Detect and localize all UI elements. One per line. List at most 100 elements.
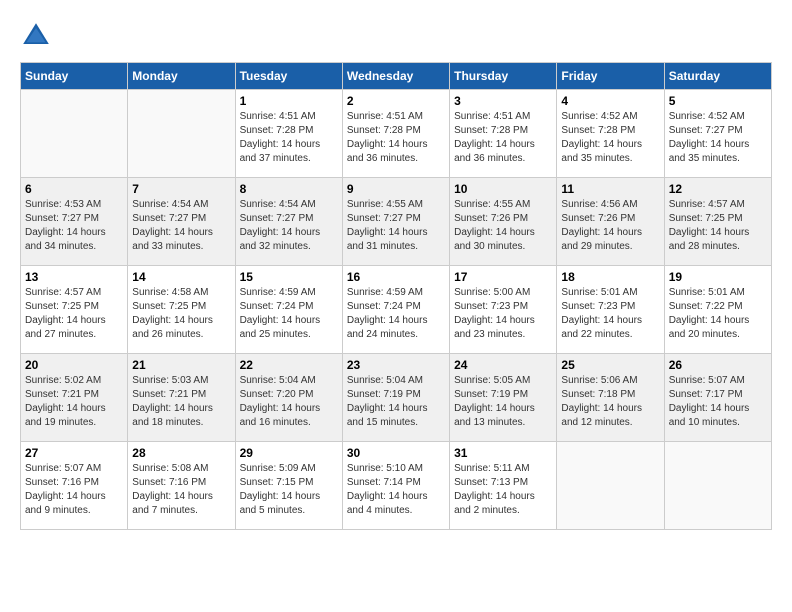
day-detail: Sunrise: 4:56 AM Sunset: 7:26 PM Dayligh… [561,198,659,254]
day-number: 17 [454,270,552,284]
weekday-header-monday: Monday [128,63,235,90]
calendar-cell: 30 Sunrise: 5:10 AM Sunset: 7:14 PM Dayli… [342,442,449,530]
day-detail: Sunrise: 4:52 AM Sunset: 7:27 PM Dayligh… [669,110,767,166]
day-number: 14 [132,270,230,284]
week-row-1: 1 Sunrise: 4:51 AM Sunset: 7:28 PM Daylig… [21,90,772,178]
calendar-cell: 23Sunrise: 5:04 AM Sunset: 7:19 PM Dayli… [342,354,449,442]
day-number: 9 [347,182,445,196]
calendar-cell: 19 Sunrise: 5:01 AM Sunset: 7:22 PM Dayli… [664,266,771,354]
calendar-cell [664,442,771,530]
day-detail: Sunrise: 5:05 AM Sunset: 7:19 PM Dayligh… [454,374,552,430]
day-number: 10 [454,182,552,196]
day-detail: Sunrise: 4:53 AM Sunset: 7:27 PM Dayligh… [25,198,123,254]
calendar-cell: 17 Sunrise: 5:00 AM Sunset: 7:23 PM Dayli… [450,266,557,354]
day-detail: Sunrise: 4:57 AM Sunset: 7:25 PM Dayligh… [25,286,123,342]
day-number: 31 [454,446,552,460]
day-number: 5 [669,94,767,108]
day-detail: Sunrise: 4:59 AM Sunset: 7:24 PM Dayligh… [240,286,338,342]
calendar-cell: 29 Sunrise: 5:09 AM Sunset: 7:15 PM Dayli… [235,442,342,530]
calendar-cell: 26 Sunrise: 5:07 AM Sunset: 7:17 PM Dayli… [664,354,771,442]
day-detail: Sunrise: 4:51 AM Sunset: 7:28 PM Dayligh… [347,110,445,166]
day-detail: Sunrise: 5:02 AM Sunset: 7:21 PM Dayligh… [25,374,123,430]
day-detail: Sunrise: 5:10 AM Sunset: 7:14 PM Dayligh… [347,462,445,518]
day-number: 26 [669,358,767,372]
day-number: 4 [561,94,659,108]
weekday-header-sunday: Sunday [21,63,128,90]
week-row-5: 27 Sunrise: 5:07 AM Sunset: 7:16 PM Dayli… [21,442,772,530]
week-row-4: 20 Sunrise: 5:02 AM Sunset: 7:21 PM Dayli… [21,354,772,442]
day-number: 20 [25,358,123,372]
day-detail: Sunrise: 5:07 AM Sunset: 7:17 PM Dayligh… [669,374,767,430]
day-number: 21 [132,358,230,372]
day-detail: Sunrise: 5:06 AM Sunset: 7:18 PM Dayligh… [561,374,659,430]
day-number: 15 [240,270,338,284]
day-number: 6 [25,182,123,196]
day-detail: Sunrise: 5:08 AM Sunset: 7:16 PM Dayligh… [132,462,230,518]
day-number: 27 [25,446,123,460]
calendar-cell: 22Sunrise: 5:04 AM Sunset: 7:20 PM Dayli… [235,354,342,442]
day-number: 18 [561,270,659,284]
day-detail: Sunrise: 4:55 AM Sunset: 7:26 PM Dayligh… [454,198,552,254]
calendar-cell [128,90,235,178]
calendar-table: SundayMondayTuesdayWednesdayThursdayFrid… [20,62,772,530]
week-row-2: 6 Sunrise: 4:53 AM Sunset: 7:27 PM Daylig… [21,178,772,266]
day-number: 19 [669,270,767,284]
day-number: 28 [132,446,230,460]
logo-icon [20,20,52,52]
day-number: 8 [240,182,338,196]
calendar-cell: 6 Sunrise: 4:53 AM Sunset: 7:27 PM Daylig… [21,178,128,266]
calendar-cell: 18 Sunrise: 5:01 AM Sunset: 7:23 PM Dayli… [557,266,664,354]
logo [20,20,56,52]
day-number: 29 [240,446,338,460]
calendar-cell [557,442,664,530]
calendar-cell: 10 Sunrise: 4:55 AM Sunset: 7:26 PM Dayli… [450,178,557,266]
weekday-header-row: SundayMondayTuesdayWednesdayThursdayFrid… [21,63,772,90]
day-number: 23 [347,358,445,372]
day-detail: Sunrise: 5:07 AM Sunset: 7:16 PM Dayligh… [25,462,123,518]
day-number: 16 [347,270,445,284]
day-number: 7 [132,182,230,196]
calendar-cell: 3Sunrise: 4:51 AM Sunset: 7:28 PM Daylig… [450,90,557,178]
calendar-cell: 12 Sunrise: 4:57 AM Sunset: 7:25 PM Dayli… [664,178,771,266]
day-number: 1 [240,94,338,108]
weekday-header-friday: Friday [557,63,664,90]
day-number: 2 [347,94,445,108]
calendar-cell: 15 Sunrise: 4:59 AM Sunset: 7:24 PM Dayli… [235,266,342,354]
day-detail: Sunrise: 4:52 AM Sunset: 7:28 PM Dayligh… [561,110,659,166]
day-number: 30 [347,446,445,460]
day-number: 11 [561,182,659,196]
day-number: 13 [25,270,123,284]
calendar-cell: 24 Sunrise: 5:05 AM Sunset: 7:19 PM Dayli… [450,354,557,442]
day-detail: Sunrise: 4:55 AM Sunset: 7:27 PM Dayligh… [347,198,445,254]
calendar-cell: 1 Sunrise: 4:51 AM Sunset: 7:28 PM Daylig… [235,90,342,178]
day-detail: Sunrise: 5:11 AM Sunset: 7:13 PM Dayligh… [454,462,552,518]
day-detail: Sunrise: 4:54 AM Sunset: 7:27 PM Dayligh… [132,198,230,254]
day-detail: Sunrise: 4:59 AM Sunset: 7:24 PM Dayligh… [347,286,445,342]
calendar-cell: 2 Sunrise: 4:51 AM Sunset: 7:28 PM Daylig… [342,90,449,178]
page-header [20,20,772,52]
calendar-cell: 27 Sunrise: 5:07 AM Sunset: 7:16 PM Dayli… [21,442,128,530]
calendar-cell: 16 Sunrise: 4:59 AM Sunset: 7:24 PM Dayli… [342,266,449,354]
calendar-cell: 14 Sunrise: 4:58 AM Sunset: 7:25 PM Dayli… [128,266,235,354]
day-number: 12 [669,182,767,196]
day-detail: Sunrise: 4:58 AM Sunset: 7:25 PM Dayligh… [132,286,230,342]
calendar-cell: 7 Sunrise: 4:54 AM Sunset: 7:27 PM Daylig… [128,178,235,266]
calendar-cell: 20 Sunrise: 5:02 AM Sunset: 7:21 PM Dayli… [21,354,128,442]
day-number: 24 [454,358,552,372]
day-detail: Sunrise: 5:09 AM Sunset: 7:15 PM Dayligh… [240,462,338,518]
calendar-cell: 31 Sunrise: 5:11 AM Sunset: 7:13 PM Dayli… [450,442,557,530]
day-detail: Sunrise: 5:01 AM Sunset: 7:22 PM Dayligh… [669,286,767,342]
day-detail: Sunrise: 4:51 AM Sunset: 7:28 PM Dayligh… [240,110,338,166]
day-number: 22 [240,358,338,372]
day-detail: Sunrise: 4:57 AM Sunset: 7:25 PM Dayligh… [669,198,767,254]
weekday-header-wednesday: Wednesday [342,63,449,90]
day-detail: Sunrise: 5:01 AM Sunset: 7:23 PM Dayligh… [561,286,659,342]
day-detail: Sunrise: 5:03 AM Sunset: 7:21 PM Dayligh… [132,374,230,430]
calendar-cell: 5 Sunrise: 4:52 AM Sunset: 7:27 PM Daylig… [664,90,771,178]
calendar-cell: 28 Sunrise: 5:08 AM Sunset: 7:16 PM Dayli… [128,442,235,530]
day-detail: Sunrise: 4:54 AM Sunset: 7:27 PM Dayligh… [240,198,338,254]
calendar-cell: 11 Sunrise: 4:56 AM Sunset: 7:26 PM Dayli… [557,178,664,266]
weekday-header-thursday: Thursday [450,63,557,90]
day-detail: Sunrise: 5:00 AM Sunset: 7:23 PM Dayligh… [454,286,552,342]
day-number: 25 [561,358,659,372]
